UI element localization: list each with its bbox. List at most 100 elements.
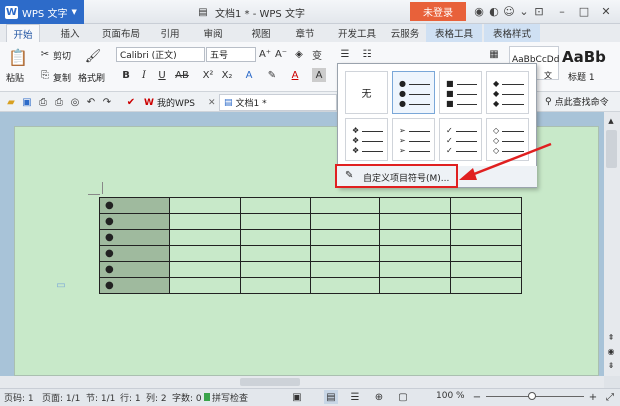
close-icon[interactable]: ✕ — [599, 4, 613, 18]
redo-icon[interactable]: ↷ — [100, 95, 114, 109]
bold-icon[interactable]: B — [119, 68, 133, 82]
table-cell[interactable] — [379, 277, 452, 294]
restore-tab-icon[interactable]: ⊡ — [532, 4, 546, 18]
table-cell[interactable] — [239, 229, 311, 246]
close-tab-icon[interactable]: ✕ — [208, 98, 216, 108]
table-cell[interactable] — [309, 261, 381, 278]
doc-tab-my-wps[interactable]: W 我的WPS ✕ — [140, 94, 220, 111]
horizontal-scrollbar[interactable] — [0, 376, 604, 388]
italic-icon[interactable]: I — [137, 68, 151, 82]
help-icon[interactable]: ◐ — [487, 4, 501, 18]
table-cell[interactable] — [168, 245, 241, 262]
status-word-count[interactable]: 字数: 0 — [172, 391, 202, 404]
paste-icon[interactable]: 📋 — [8, 46, 28, 68]
bullet-four-diamond-option[interactable]: ❖ ❖ ❖ — [345, 118, 388, 161]
status-pages[interactable]: 页面: 1/1 — [42, 391, 80, 404]
table-cell[interactable] — [450, 245, 522, 262]
table-cell-bullet[interactable]: ● — [99, 245, 170, 262]
page-view-icon[interactable]: ▤ — [324, 390, 338, 404]
save-icon[interactable]: ▣ — [20, 95, 34, 109]
font-size-select[interactable]: 五号 — [206, 47, 256, 62]
numbered-list-icon[interactable]: ☷ — [360, 47, 374, 61]
bullet-arrow-option[interactable]: ➢ ➢ ➢ — [392, 118, 435, 161]
tab-sections[interactable]: 章节 — [290, 24, 320, 42]
menu-chevron-icon[interactable]: ⌄ — [517, 4, 531, 18]
settings-icon[interactable]: ☺ — [502, 4, 516, 18]
export-pdf-icon[interactable]: ⎙ — [36, 95, 50, 109]
table-cell[interactable] — [168, 229, 241, 246]
web-view-icon[interactable]: ⊕ — [372, 390, 386, 404]
scroll-up-icon[interactable]: ▲ — [604, 114, 618, 128]
tab-table-styles[interactable]: 表格样式 — [484, 24, 540, 42]
print-icon[interactable]: ⎙ — [52, 95, 66, 109]
prev-page-icon[interactable]: ⇞ — [604, 330, 618, 344]
copy-icon[interactable]: ⎘ — [38, 68, 52, 82]
table-cell[interactable] — [379, 245, 452, 262]
skin-icon[interactable]: ◉ — [472, 4, 486, 18]
view-mode-icon[interactable]: ▣ — [290, 390, 304, 404]
table-cell[interactable] — [450, 261, 522, 278]
table-cell[interactable] — [309, 277, 381, 294]
table-cell[interactable] — [309, 245, 381, 262]
table-cell-bullet[interactable]: ● — [99, 197, 170, 214]
table-icon[interactable]: ▦ — [487, 47, 501, 61]
clear-format-icon[interactable]: ◈ — [292, 47, 306, 61]
table-cell[interactable] — [379, 229, 452, 246]
grow-font-icon[interactable]: A⁺ — [258, 47, 272, 61]
table-cell[interactable] — [450, 197, 522, 214]
table-cell[interactable] — [379, 261, 452, 278]
document-table[interactable]: ● ● ● ● ● ● — [99, 197, 522, 294]
table-cell[interactable] — [450, 277, 522, 294]
text-effect-icon[interactable]: A — [242, 68, 256, 82]
highlight-icon[interactable]: ✎ — [265, 68, 279, 82]
bullet-filled-circle-option[interactable]: ● ● ● — [392, 71, 435, 114]
style-heading-label[interactable]: 标题 1 — [568, 70, 595, 83]
tab-table-tools[interactable]: 表格工具 — [426, 24, 482, 42]
maximize-icon[interactable]: □ — [577, 4, 591, 18]
next-page-icon[interactable]: ⇟ — [604, 358, 618, 372]
table-cell-bullet[interactable]: ● — [99, 277, 170, 294]
horizontal-scroll-thumb[interactable] — [240, 378, 300, 386]
status-spell-check[interactable]: 拼写检查 — [212, 391, 248, 404]
bullet-list-icon[interactable]: ☰ — [338, 47, 352, 61]
paste-label[interactable]: 粘贴 — [6, 71, 24, 84]
copy-label[interactable]: 复制 — [53, 71, 71, 84]
vertical-scroll-thumb[interactable] — [606, 130, 617, 168]
select-browse-icon[interactable]: ◉ — [604, 344, 618, 358]
tab-view[interactable]: 视图 — [246, 24, 276, 42]
strikethrough-icon[interactable]: AB — [175, 68, 189, 82]
table-cell[interactable] — [239, 197, 311, 214]
table-cell[interactable] — [239, 245, 311, 262]
bullet-diamond-option[interactable]: ◆ ◆ ◆ — [486, 71, 529, 114]
table-cell[interactable] — [168, 277, 241, 294]
fullscreen-icon[interactable]: ⤢ — [603, 390, 617, 404]
minimize-icon[interactable]: – — [555, 4, 569, 18]
paste-options-icon[interactable]: ▭ — [54, 278, 68, 292]
table-cell[interactable] — [450, 213, 522, 230]
tab-developer[interactable]: 开发工具 — [334, 24, 380, 42]
command-search[interactable]: ⚲ 点此查找命令 — [545, 95, 609, 109]
tab-references[interactable]: 引用 — [155, 24, 185, 42]
table-cell[interactable] — [239, 277, 311, 294]
style-heading-preview[interactable]: AaBb — [562, 48, 606, 66]
table-cell[interactable] — [239, 261, 311, 278]
outline-view-icon[interactable]: ☰ — [348, 390, 362, 404]
tab-page-layout[interactable]: 页面布局 — [98, 24, 144, 42]
pin-icon[interactable]: ✔ — [124, 95, 138, 109]
table-cell[interactable] — [450, 229, 522, 246]
char-shading-icon[interactable]: A — [312, 68, 326, 82]
table-cell[interactable] — [168, 213, 241, 230]
format-painter-label[interactable]: 格式刷 — [78, 71, 105, 84]
font-name-select[interactable]: Calibri (正文) — [116, 47, 205, 62]
table-cell[interactable] — [168, 197, 241, 214]
format-painter-icon[interactable]: 🖌 — [84, 47, 102, 65]
bullet-filled-square-option[interactable]: ■ ■ ■ — [439, 71, 482, 114]
status-section[interactable]: 节: 1/1 — [86, 391, 115, 404]
zoom-level[interactable]: 100 % — [436, 391, 465, 401]
phonetic-icon[interactable]: 变 — [310, 47, 324, 62]
table-cell[interactable] — [168, 261, 241, 278]
zoom-slider-thumb[interactable] — [528, 392, 536, 400]
underline-icon[interactable]: U — [155, 68, 169, 82]
app-menu-button[interactable]: W WPS 文字 ▼ — [0, 0, 84, 24]
shrink-font-icon[interactable]: A⁻ — [274, 47, 288, 61]
